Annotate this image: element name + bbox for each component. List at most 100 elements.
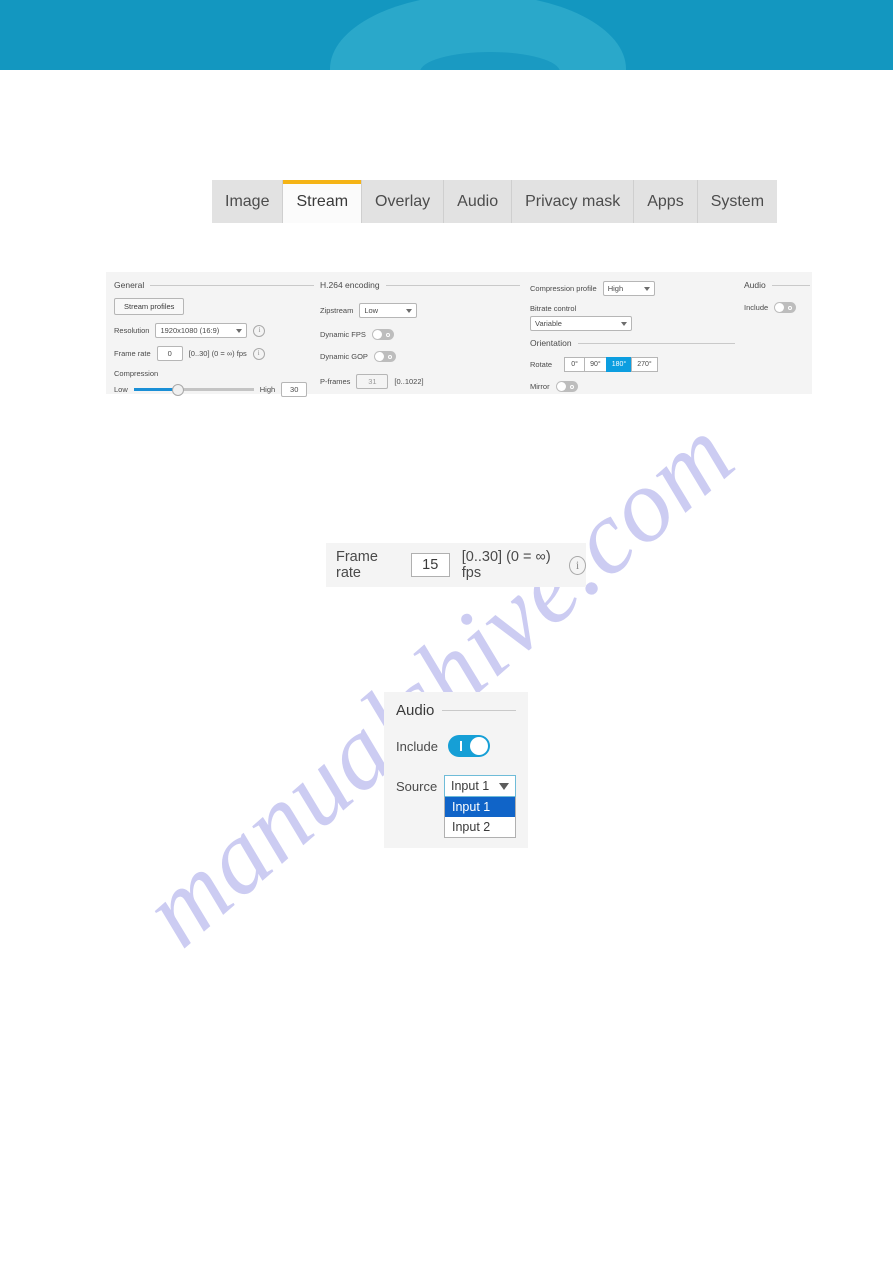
panel-audio-section: Audio Include bbox=[744, 272, 810, 313]
tab-apps[interactable]: Apps bbox=[634, 180, 698, 223]
resolution-row: Resolution 1920x1080 (16:9) i bbox=[114, 323, 314, 338]
info-icon[interactable]: i bbox=[253, 324, 266, 337]
dynamic-gop-row: Dynamic GOP bbox=[320, 351, 520, 362]
compression-high-label: High bbox=[259, 385, 276, 394]
chevron-down-icon bbox=[236, 328, 243, 333]
rotate-label: Rotate bbox=[530, 360, 553, 369]
audio-source-option-list: Input 1 Input 2 bbox=[444, 797, 516, 838]
rotate-option-270[interactable]: 270° bbox=[631, 357, 658, 372]
audio-source-option-input-1[interactable]: Input 1 bbox=[445, 797, 515, 817]
tab-stream[interactable]: Stream bbox=[283, 180, 363, 223]
frame-rate-callout-label: Frame rate bbox=[336, 549, 378, 581]
stream-settings-panel: General Stream profiles Resolution 1920x… bbox=[106, 272, 812, 397]
heading-rule bbox=[771, 284, 810, 286]
compression-slider[interactable] bbox=[133, 384, 254, 396]
rotate-row: Rotate 0° 90° 180° 270° bbox=[530, 357, 735, 372]
compression-profile-value: High bbox=[607, 284, 624, 293]
bitrate-control-value: Variable bbox=[535, 319, 562, 328]
general-heading-label: General bbox=[114, 280, 145, 290]
watermark-text: manualshive.com bbox=[121, 396, 756, 969]
info-icon[interactable]: i bbox=[568, 555, 586, 575]
compression-value-input[interactable]: 30 bbox=[281, 382, 308, 397]
dynamic-fps-label: Dynamic FPS bbox=[320, 330, 366, 339]
frame-rate-callout: Frame rate 15 [0..30] (0 = ∞) fps i bbox=[326, 543, 586, 587]
rotate-option-180[interactable]: 180° bbox=[605, 357, 632, 372]
p-frames-input[interactable]: 31 bbox=[356, 374, 389, 389]
zipstream-select[interactable]: Low bbox=[359, 303, 418, 318]
compression-low-label: Low bbox=[114, 385, 128, 394]
p-frames-row: P-frames 31 [0..1022] bbox=[320, 374, 520, 389]
chevron-down-icon bbox=[406, 308, 413, 313]
zipstream-row: Zipstream Low bbox=[320, 303, 520, 318]
heading-rule bbox=[150, 284, 314, 286]
frame-rate-callout-input[interactable]: 15 bbox=[410, 553, 450, 577]
dynamic-gop-label: Dynamic GOP bbox=[320, 352, 368, 361]
mirror-row: Mirror bbox=[530, 381, 735, 392]
toggle-knob bbox=[374, 352, 384, 361]
general-section-heading: General bbox=[114, 280, 314, 290]
compression-profile-select[interactable]: High bbox=[602, 281, 655, 296]
zipstream-value: Low bbox=[364, 306, 379, 315]
tab-label: Privacy mask bbox=[525, 192, 621, 210]
audio-callout-heading-label: Audio bbox=[396, 702, 435, 719]
dynamic-gop-toggle[interactable] bbox=[373, 351, 396, 362]
dynamic-fps-toggle[interactable] bbox=[371, 329, 394, 340]
audio-callout-source-label: Source bbox=[396, 778, 438, 794]
frame-rate-label: Frame rate bbox=[114, 349, 151, 358]
compression-slider-row: Low High 30 bbox=[114, 382, 314, 397]
page-header-banner bbox=[0, 0, 893, 70]
mirror-label: Mirror bbox=[530, 382, 550, 391]
audio-source-value: Input 1 bbox=[451, 779, 490, 793]
info-icon[interactable]: i bbox=[252, 347, 265, 360]
orientation-section-heading: Orientation bbox=[530, 338, 735, 348]
orientation-heading-label: Orientation bbox=[530, 338, 572, 348]
p-frames-hint: [0..1022] bbox=[394, 377, 424, 386]
mirror-toggle[interactable] bbox=[555, 381, 578, 392]
audio-callout: Audio Include Source Input 1 Input 1 Inp… bbox=[384, 692, 528, 848]
toggle-knob bbox=[372, 330, 382, 339]
slider-thumb[interactable] bbox=[171, 384, 184, 396]
h264-section-heading: H.264 encoding bbox=[320, 280, 520, 290]
toggle-off-icon bbox=[385, 332, 390, 337]
rotate-button-group: 0° 90° 180° 270° bbox=[564, 357, 658, 372]
tab-system[interactable]: System bbox=[697, 180, 778, 223]
rotate-option-90[interactable]: 90° bbox=[584, 357, 606, 372]
toggle-knob bbox=[775, 303, 785, 312]
resolution-select[interactable]: 1920x1080 (16:9) bbox=[155, 323, 248, 338]
audio-callout-include-row: Include bbox=[384, 735, 528, 757]
tab-overlay[interactable]: Overlay bbox=[362, 180, 445, 223]
heading-rule bbox=[385, 284, 520, 286]
resolution-label: Resolution bbox=[114, 326, 150, 335]
zipstream-label: Zipstream bbox=[320, 306, 354, 315]
audio-callout-include-toggle[interactable] bbox=[448, 735, 490, 757]
frame-rate-input[interactable]: 0 bbox=[156, 346, 183, 361]
audio-source-option-input-2[interactable]: Input 2 bbox=[445, 817, 515, 837]
audio-source-select[interactable]: Input 1 bbox=[444, 775, 516, 797]
slider-fill bbox=[133, 388, 177, 391]
rotate-option-0[interactable]: 0° bbox=[564, 357, 585, 372]
h264-heading-label: H.264 encoding bbox=[320, 280, 380, 290]
tab-image[interactable]: Image bbox=[212, 180, 284, 223]
tab-privacy-mask[interactable]: Privacy mask bbox=[512, 180, 635, 223]
bitrate-control-select[interactable]: Variable bbox=[530, 316, 632, 331]
panel-audio-heading: Audio bbox=[744, 280, 810, 290]
toggle-on-icon bbox=[460, 741, 462, 751]
toggle-off-icon bbox=[788, 305, 793, 310]
toggle-off-icon bbox=[569, 384, 574, 389]
panel-audio-include-row: Include bbox=[744, 302, 810, 313]
bitrate-control-row: Bitrate control Variable bbox=[530, 304, 735, 331]
toggle-off-icon bbox=[387, 354, 392, 359]
tab-audio[interactable]: Audio bbox=[444, 180, 513, 223]
bitrate-control-label: Bitrate control bbox=[530, 304, 577, 313]
chevron-down-icon bbox=[643, 286, 650, 291]
stream-profiles-button[interactable]: Stream profiles bbox=[114, 298, 185, 315]
tab-label: Audio bbox=[457, 192, 499, 210]
toggle-knob bbox=[556, 382, 566, 391]
tab-label: Overlay bbox=[375, 192, 431, 210]
audio-source-dropdown: Input 1 Input 1 Input 2 bbox=[444, 775, 516, 838]
panel-audio-include-toggle[interactable] bbox=[774, 302, 797, 313]
tab-bar: Image Stream Overlay Audio Privacy mask … bbox=[212, 180, 778, 223]
p-frames-label: P-frames bbox=[320, 377, 351, 386]
heading-rule bbox=[577, 342, 735, 344]
profile-orientation-section: Compression profile High Bitrate control… bbox=[530, 272, 735, 392]
